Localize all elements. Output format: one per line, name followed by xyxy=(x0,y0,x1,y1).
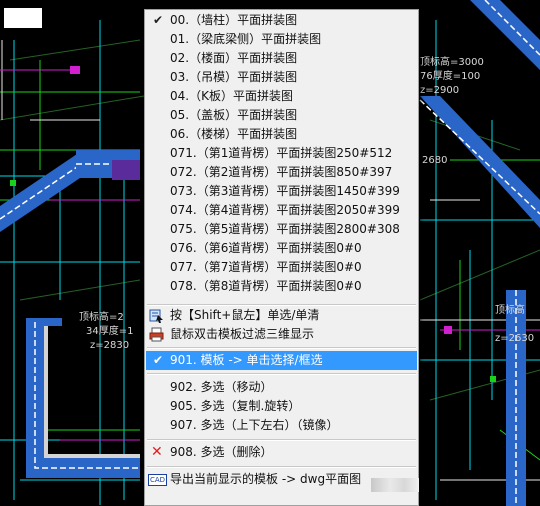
menu-item-multi-mirror[interactable]: 907. 多选（上下左右）（镜像） xyxy=(146,416,417,435)
menu-item-drawing[interactable]: 077.（第7道背楞）平面拼装图0#0 xyxy=(146,258,417,277)
menu-item-label: 073.（第3道背楞）平面拼装图1450#399 xyxy=(170,184,400,198)
cad-icon: CAD xyxy=(148,474,168,486)
check-icon: ✔ xyxy=(153,353,164,367)
menu-separator xyxy=(147,466,416,468)
menu-item-dblclick-filter[interactable]: 鼠标双击模板过滤三维显示 xyxy=(146,325,417,344)
cad-label: 顶标高=2 xyxy=(79,312,124,323)
menu-item-drawing[interactable]: 075.（第5道背楞）平面拼装图2800#308 xyxy=(146,220,417,239)
cad-label: z=2630 xyxy=(495,333,535,344)
menu-item-label: 072.（第2道背楞）平面拼装图850#397 xyxy=(170,165,393,179)
cad-label: 顶标高=3000 xyxy=(420,57,484,68)
menu-item-select-mode[interactable]: ✔ 901. 模板 -> 单击选择/框选 xyxy=(146,351,417,370)
menu-item-shift-click[interactable]: 按【Shift+鼠左】单选/单清 xyxy=(146,306,417,325)
menu-separator xyxy=(147,439,416,441)
menu-item-drawing[interactable]: 05.（盖板）平面拼装图 xyxy=(146,106,417,125)
menu-item-drawing[interactable]: ✔ 00.（墙柱）平面拼装图 xyxy=(146,11,417,30)
cad-label: 34厚度=1 xyxy=(86,326,134,337)
cad-label: 2680 xyxy=(422,155,448,166)
menu-item-label: 076.（第6道背楞）平面拼装图0#0 xyxy=(170,241,362,255)
menu-item-label: 05.（盖板）平面拼装图 xyxy=(170,108,298,122)
menu-item-multi-copy-rotate[interactable]: 905. 多选（复制.旋转） xyxy=(146,397,417,416)
menu-item-drawing[interactable]: 076.（第6道背楞）平面拼装图0#0 xyxy=(146,239,417,258)
menu-item-delete[interactable]: ✕ 908. 多选（删除） xyxy=(146,443,417,462)
menu-item-drawing[interactable]: 071.（第1道背楞）平面拼装图250#512 xyxy=(146,144,417,163)
menu-item-label: 01.（梁底梁侧）平面拼装图 xyxy=(170,32,322,46)
menu-item-drawing[interactable]: 078.（第8道背楞）平面拼装图0#0 xyxy=(146,277,417,296)
menu-item-label: 03.（吊模）平面拼装图 xyxy=(170,70,298,84)
blur-smear xyxy=(371,478,419,492)
delete-x-icon: ✕ xyxy=(151,444,163,460)
menu-item-drawing[interactable]: 072.（第2道背楞）平面拼装图850#397 xyxy=(146,163,417,182)
menu-item-label: 075.（第5道背楞）平面拼装图2800#308 xyxy=(170,222,400,236)
menu-item-drawing[interactable]: 02.（楼面）平面拼装图 xyxy=(146,49,417,68)
context-menu: ✔ 00.（墙柱）平面拼装图 01.（梁底梁侧）平面拼装图 02.（楼面）平面拼装图 0… xyxy=(144,9,419,506)
menu-item-drawing[interactable]: 01.（梁底梁侧）平面拼装图 xyxy=(146,30,417,49)
menu-item-label: 078.（第8道背楞）平面拼装图0#0 xyxy=(170,279,362,293)
menu-item-drawing[interactable]: 073.（第3道背楞）平面拼装图1450#399 xyxy=(146,182,417,201)
printer-icon xyxy=(149,327,164,342)
menu-item-label: 00.（墙柱）平面拼装图 xyxy=(170,13,298,27)
check-icon: ✔ xyxy=(153,13,164,27)
menu-item-drawing[interactable]: 04.（K板）平面拼装图 xyxy=(146,87,417,106)
menu-item-label: 077.（第7道背楞）平面拼装图0#0 xyxy=(170,260,362,274)
menu-item-label: 04.（K板）平面拼装图 xyxy=(170,89,293,103)
cad-label: 76厚度=100 xyxy=(420,71,481,82)
menu-item-drawing[interactable]: 074.（第4道背楞）平面拼装图2050#399 xyxy=(146,201,417,220)
menu-item-label: 06.（楼梯）平面拼装图 xyxy=(170,127,298,141)
menu-item-label: 074.（第4道背楞）平面拼装图2050#399 xyxy=(170,203,400,217)
select-cursor-icon xyxy=(149,309,163,323)
menu-item-label: 071.（第1道背楞）平面拼装图250#512 xyxy=(170,146,393,160)
menu-separator xyxy=(147,373,416,375)
menu-separator xyxy=(147,347,416,349)
menu-item-drawing[interactable]: 06.（楼梯）平面拼装图 xyxy=(146,125,417,144)
cad-label: z=2900 xyxy=(420,85,460,96)
menu-item-multi-move[interactable]: 902. 多选（移动） xyxy=(146,378,417,397)
menu-item-drawing[interactable]: 03.（吊模）平面拼装图 xyxy=(146,68,417,87)
cad-white-patch xyxy=(4,8,42,28)
menu-item-label: 02.（楼面）平面拼装图 xyxy=(170,51,298,65)
cad-label: z=2830 xyxy=(90,340,130,351)
cad-label: 顶标高 xyxy=(495,305,525,316)
